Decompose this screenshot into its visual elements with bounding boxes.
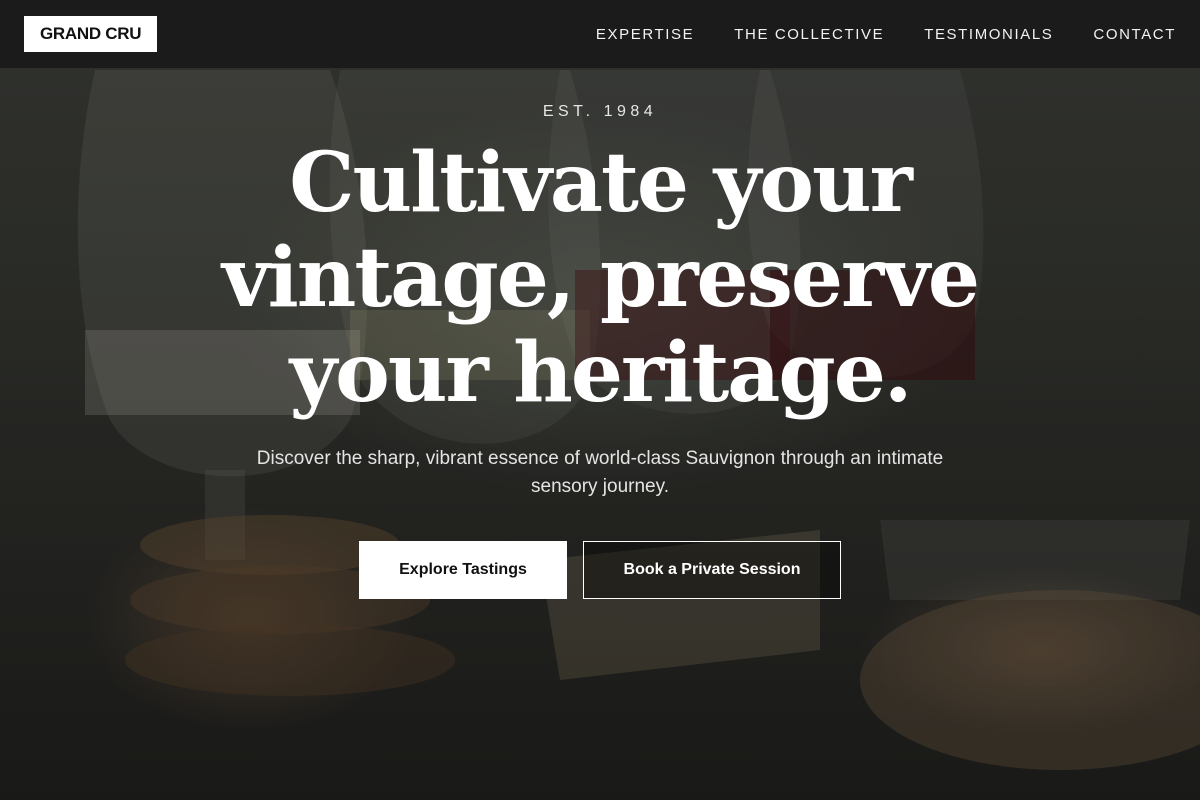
nav-link-expertise[interactable]: EXPERTISE xyxy=(596,26,694,43)
book-private-session-button[interactable]: Book a Private Session xyxy=(583,541,841,599)
brand-logo[interactable]: GRAND CRU xyxy=(24,16,158,52)
main-nav: EXPERTISE THE COLLECTIVE TESTIMONIALS CO… xyxy=(596,26,1176,43)
hero-subtext: Discover the sharp, vibrant essence of w… xyxy=(256,448,944,497)
nav-link-the-collective[interactable]: THE COLLECTIVE xyxy=(734,26,884,43)
page: GRAND CRU EXPERTISE THE COLLECTIVE TESTI… xyxy=(0,0,1200,800)
established-label: EST. 1984 xyxy=(542,103,658,120)
site-header: GRAND CRU EXPERTISE THE COLLECTIVE TESTI… xyxy=(0,0,1200,68)
nav-link-contact[interactable]: CONTACT xyxy=(1093,26,1176,43)
hero-headline: Cultivate your vintage, preserve your he… xyxy=(221,135,980,421)
explore-tastings-button[interactable]: Explore Tastings xyxy=(359,541,567,599)
hero-section: EST. 1984 Cultivate your vintage, preser… xyxy=(0,68,1200,599)
cta-group: Explore Tastings Book a Private Session xyxy=(0,541,1200,599)
nav-link-testimonials[interactable]: TESTIMONIALS xyxy=(924,26,1053,43)
